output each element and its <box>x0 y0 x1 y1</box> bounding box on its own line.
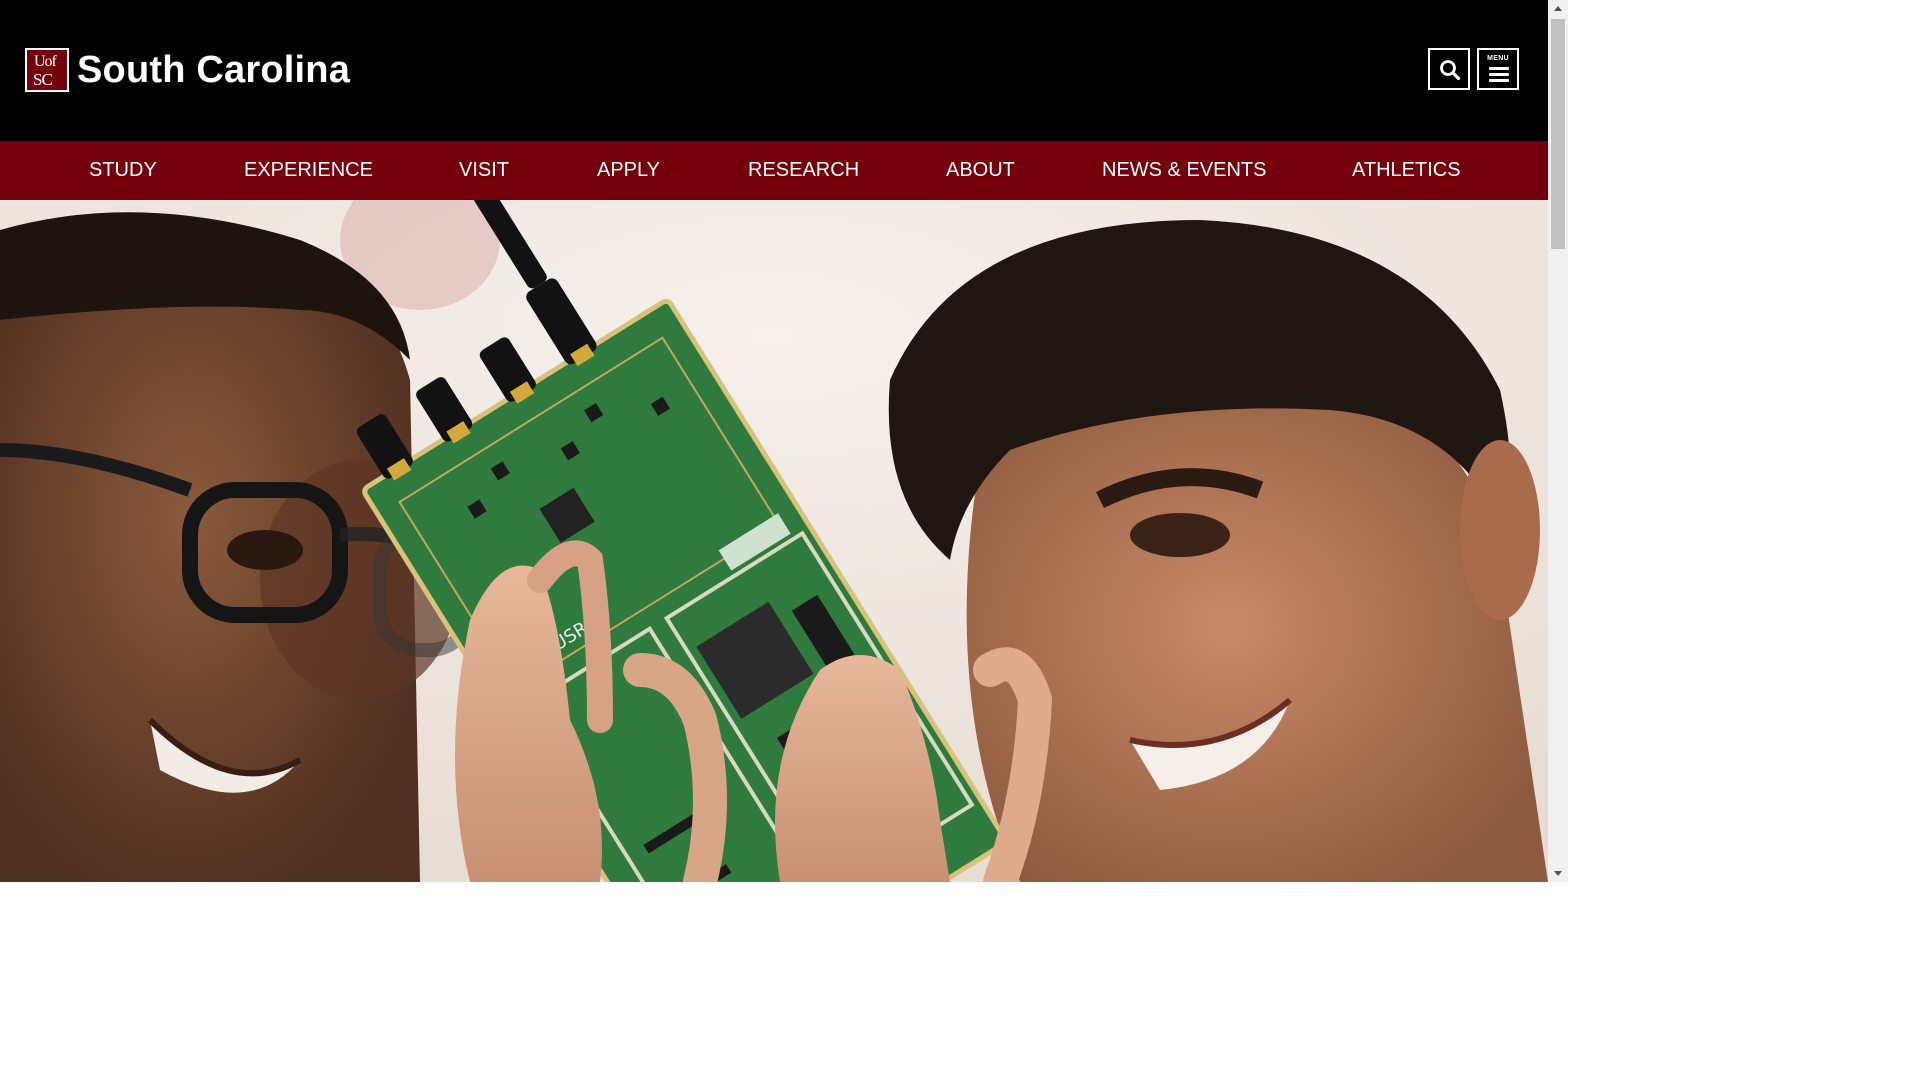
search-button[interactable] <box>1428 48 1470 90</box>
nav-item-experience[interactable]: EXPERIENCE <box>244 141 373 200</box>
scroll-down-arrow-icon[interactable] <box>1548 865 1568 882</box>
scrollbar-thumb[interactable] <box>1551 19 1565 249</box>
logo-line-1: Uof <box>34 53 57 70</box>
site-header: Uof SC South Carolina MENU <box>0 0 1548 141</box>
nav-item-about[interactable]: ABOUT <box>946 141 1015 200</box>
hero-image: USRP <box>0 200 1548 882</box>
nav-item-visit[interactable]: VISIT <box>459 141 509 200</box>
site-logo-link[interactable]: Uof SC South Carolina <box>25 46 350 94</box>
nav-item-news-events[interactable]: NEWS & EVENTS <box>1102 141 1266 200</box>
scroll-up-arrow-icon[interactable] <box>1548 0 1568 17</box>
main-navigation: STUDY EXPERIENCE VISIT APPLY RESEARCH AB… <box>0 141 1548 200</box>
search-icon <box>1440 60 1461 81</box>
logo-line-2: SC <box>33 70 53 89</box>
right-student <box>888 220 1548 882</box>
hero-photo: USRP <box>0 200 1548 882</box>
nav-item-apply[interactable]: APPLY <box>597 141 660 200</box>
hamburger-menu-icon <box>1489 67 1509 85</box>
nav-item-research[interactable]: RESEARCH <box>748 141 859 200</box>
vertical-scrollbar[interactable] <box>1548 0 1568 882</box>
menu-label: MENU <box>1487 55 1509 62</box>
menu-button[interactable]: MENU <box>1477 48 1519 90</box>
page: Uof SC South Carolina MENU STUDY EXPERIE… <box>0 0 1548 882</box>
site-title: South Carolina <box>77 48 351 91</box>
usc-logo: Uof SC <box>25 48 69 92</box>
nav-item-study[interactable]: STUDY <box>89 141 157 200</box>
nav-item-athletics[interactable]: ATHLETICS <box>1352 141 1461 200</box>
